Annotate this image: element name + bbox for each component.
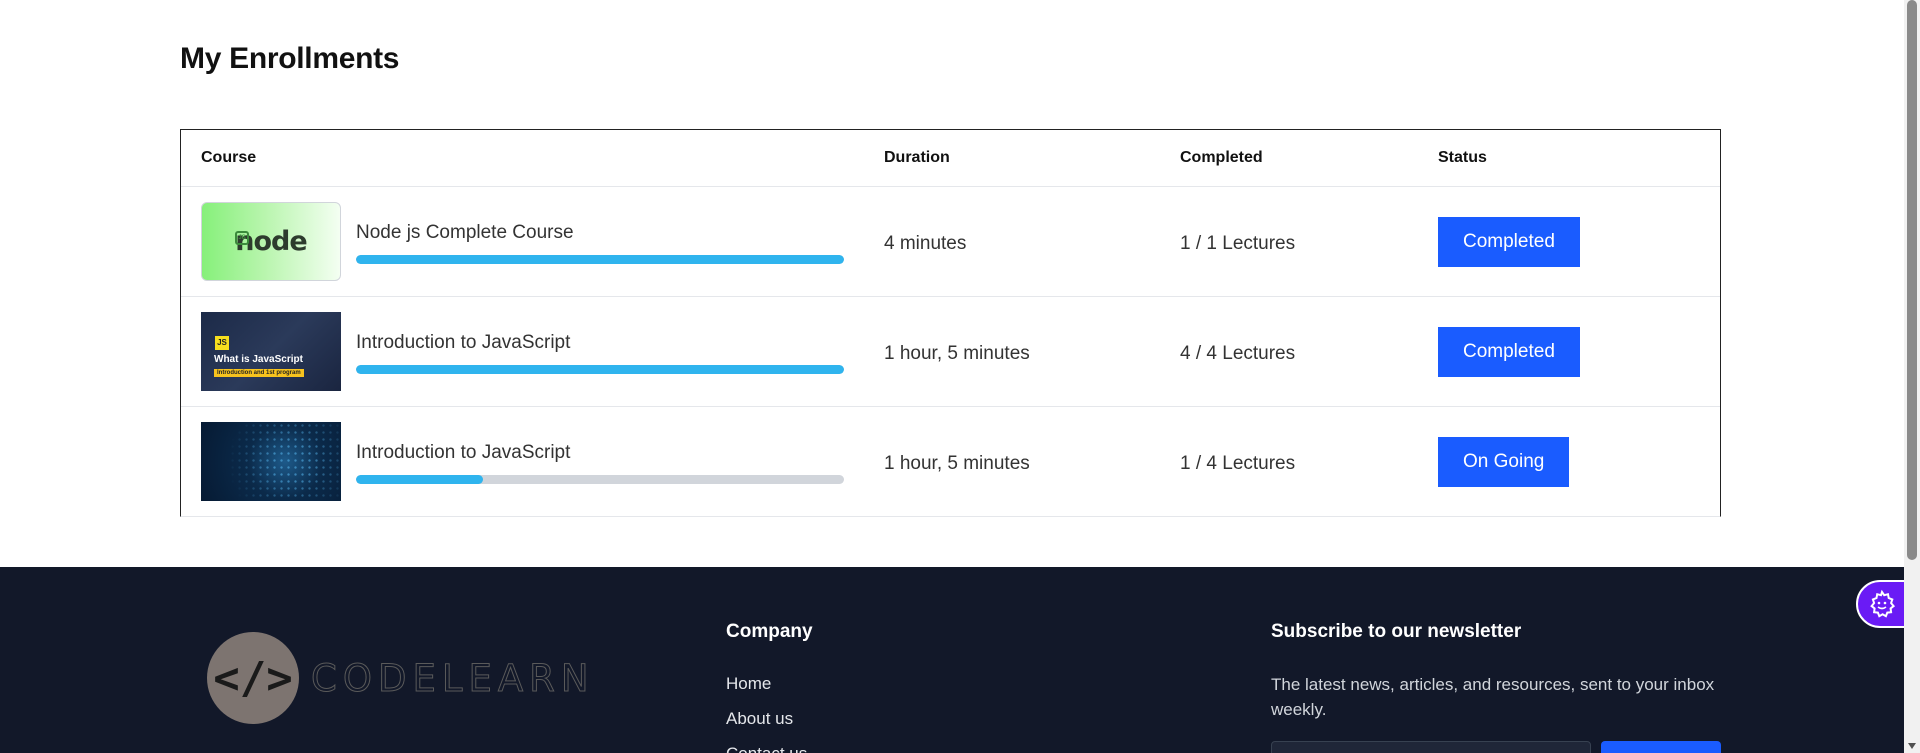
footer-logo[interactable]: </> CODELEARN bbox=[207, 632, 595, 724]
course-name[interactable]: Introduction to JavaScript bbox=[356, 442, 570, 464]
footer-link-home[interactable]: Home bbox=[726, 674, 771, 694]
floating-settings-button[interactable] bbox=[1856, 580, 1904, 628]
scrollbar-thumb[interactable] bbox=[1907, 0, 1917, 560]
duration-cell: 1 hour, 5 minutes bbox=[884, 343, 1030, 364]
progress-bar bbox=[356, 365, 844, 374]
header-completed: Completed bbox=[1180, 149, 1263, 166]
status-button[interactable]: Completed bbox=[1438, 327, 1580, 377]
newsletter-email-input[interactable] bbox=[1271, 741, 1591, 753]
course-name[interactable]: Introduction to JavaScript bbox=[356, 332, 570, 354]
footer-link-contact[interactable]: Contact us bbox=[726, 744, 807, 753]
completed-cell: 1 / 1 Lectures bbox=[1180, 233, 1296, 254]
footer: </> CODELEARN Company Home About us Cont… bbox=[0, 567, 1904, 753]
table-row[interactable]: node JS Node js Complete Course 4 minute… bbox=[181, 187, 1720, 297]
progress-bar bbox=[356, 255, 844, 264]
footer-link-about[interactable]: About us bbox=[726, 709, 793, 729]
completed-cell: 4 / 4 Lectures bbox=[1180, 343, 1296, 364]
course-thumbnail[interactable]: node JS bbox=[201, 202, 341, 281]
status-button[interactable]: On Going bbox=[1438, 437, 1570, 487]
progress-fill bbox=[356, 475, 483, 484]
progress-fill bbox=[356, 365, 844, 374]
scroll-down-arrow-icon[interactable] bbox=[1908, 743, 1916, 749]
enrollments-table: Course Duration Completed Status node JS… bbox=[180, 129, 1721, 517]
thumbnail-title: What is JavaScript bbox=[214, 354, 303, 365]
js-badge: JS bbox=[215, 336, 229, 350]
node-js-badge: JS bbox=[235, 231, 249, 245]
newsletter-text: The latest news, articles, and resources… bbox=[1271, 675, 1715, 719]
duration-cell: 1 hour, 5 minutes bbox=[884, 453, 1030, 474]
duration-cell: 4 minutes bbox=[884, 233, 967, 254]
newsletter-subscribe-button[interactable] bbox=[1601, 741, 1721, 753]
status-button[interactable]: Completed bbox=[1438, 217, 1580, 267]
header-status: Status bbox=[1438, 149, 1487, 166]
logo-text: CODELEARN bbox=[311, 656, 595, 700]
table-header: Course Duration Completed Status bbox=[181, 130, 1720, 187]
progress-bar bbox=[356, 475, 844, 484]
page-scrollbar[interactable] bbox=[1904, 0, 1920, 753]
page: My Enrollments Course Duration Completed… bbox=[0, 0, 1904, 753]
completed-cell: 1 / 4 Lectures bbox=[1180, 453, 1296, 474]
header-course: Course bbox=[201, 149, 257, 166]
thumbnail-subtitle: Introduction and 1st program bbox=[214, 369, 304, 377]
gear-face-icon bbox=[1870, 589, 1896, 618]
newsletter-heading: Subscribe to our newsletter bbox=[1271, 621, 1522, 642]
course-thumbnail[interactable]: JS What is JavaScript Introduction and 1… bbox=[201, 312, 341, 391]
header-duration: Duration bbox=[884, 149, 950, 166]
course-name[interactable]: Node js Complete Course bbox=[356, 222, 574, 244]
progress-fill bbox=[356, 255, 844, 264]
code-icon: </> bbox=[207, 632, 299, 724]
page-title: My Enrollments bbox=[180, 42, 400, 75]
course-thumbnail[interactable] bbox=[201, 422, 341, 501]
table-row[interactable]: Introduction to JavaScript 1 hour, 5 min… bbox=[181, 407, 1720, 517]
company-heading: Company bbox=[726, 621, 813, 642]
table-row[interactable]: JS What is JavaScript Introduction and 1… bbox=[181, 297, 1720, 407]
thumbnail-pattern bbox=[201, 422, 341, 501]
